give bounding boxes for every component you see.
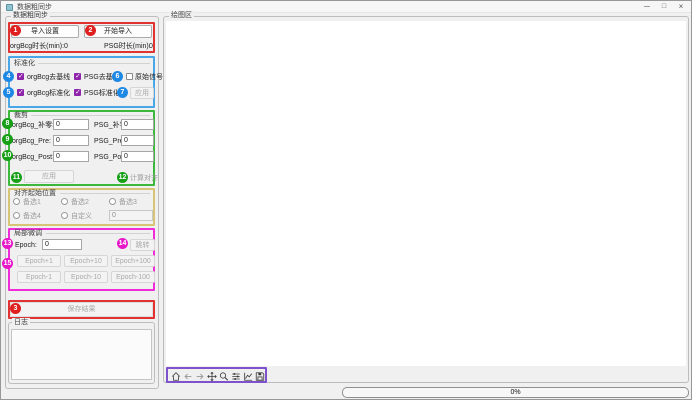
back-icon[interactable] xyxy=(183,371,193,382)
option3-radio[interactable] xyxy=(109,198,116,205)
option1-label: 备选1 xyxy=(23,198,41,207)
epoch-minus100-button[interactable]: Epoch-100 xyxy=(111,271,155,283)
option3-label: 备选3 xyxy=(119,198,137,207)
psg-pre-input[interactable] xyxy=(121,135,154,146)
crop-apply-button[interactable]: 应用 xyxy=(24,170,74,183)
psg-std-checkbox[interactable] xyxy=(74,89,81,96)
zoom-icon[interactable] xyxy=(219,371,229,382)
badge-10: 10 xyxy=(2,150,13,161)
raw-signal-checkbox[interactable] xyxy=(126,73,133,80)
align-title-line xyxy=(60,193,150,194)
psg-zero-input[interactable] xyxy=(121,119,154,130)
badge-3: 3 xyxy=(10,303,21,314)
progress-bar: 0% xyxy=(342,387,689,398)
forward-icon[interactable] xyxy=(195,371,205,382)
orgbcg-debase-label: orgBcg去基线 xyxy=(27,73,70,82)
finetune-section-title: 局部微调 xyxy=(14,229,42,238)
orgbcg-zero-label: orgBcg_补零: xyxy=(12,121,54,130)
orgbcg-pre-label: orgBcg_Pre: xyxy=(12,137,51,146)
custom-label: 自定义 xyxy=(71,212,92,221)
option4-label: 备选4 xyxy=(23,212,41,221)
psg-duration-value: 0 xyxy=(149,42,153,51)
epoch-input[interactable] xyxy=(42,239,82,250)
align-section-title: 对齐起始位置 xyxy=(14,189,56,198)
plot-panel-title: 绘图区 xyxy=(169,11,194,20)
customize-icon[interactable] xyxy=(243,371,253,382)
epoch-minus10-button[interactable]: Epoch-10 xyxy=(64,271,108,283)
orgbcg-std-checkbox[interactable] xyxy=(17,89,24,96)
psg-post-input[interactable] xyxy=(121,151,154,162)
orgbcg-post-label: orgBcg_Post: xyxy=(12,153,54,162)
crop-section-title: 裁剪 xyxy=(14,111,28,120)
normalize-apply-button[interactable]: 应用 xyxy=(130,87,154,99)
badge-13: 13 xyxy=(2,238,13,249)
badge-9: 9 xyxy=(2,134,13,145)
orgbcg-duration-label: orgBcg时长(min): xyxy=(10,42,64,51)
badge-6: 6 xyxy=(112,71,123,82)
left-panel-title: 数据粗同步 xyxy=(11,11,50,20)
app-icon xyxy=(6,4,13,11)
custom-radio[interactable] xyxy=(61,212,68,219)
badge-15: 15 xyxy=(2,258,13,269)
pan-icon[interactable] xyxy=(207,371,217,382)
crop-title-line xyxy=(31,115,150,116)
log-section-title: 日志 xyxy=(12,318,30,327)
badge-1: 1 xyxy=(10,25,21,36)
subplots-icon[interactable] xyxy=(231,371,241,382)
psg-debase-checkbox[interactable] xyxy=(74,73,81,80)
badge-5: 5 xyxy=(3,87,14,98)
badge-11: 11 xyxy=(11,172,22,183)
title-bar: 数据粗同步 ─ □ × xyxy=(1,1,691,13)
close-button[interactable]: × xyxy=(673,1,689,13)
psg-std-label: PSG标准化 xyxy=(84,89,120,98)
normalize-section-title: 标准化 xyxy=(14,59,35,68)
maximize-button[interactable]: □ xyxy=(656,1,672,13)
jump-button[interactable]: 跳转 xyxy=(130,239,155,251)
epoch-plus100-button[interactable]: Epoch+100 xyxy=(111,255,155,267)
log-textarea[interactable] xyxy=(11,329,152,380)
badge-12: 12 xyxy=(117,172,128,183)
save-results-button[interactable]: 保存结果 xyxy=(10,302,153,317)
badge-2: 2 xyxy=(85,25,96,36)
badge-4: 4 xyxy=(3,71,14,82)
orgbcg-std-label: orgBcg标准化 xyxy=(27,89,70,98)
epoch-minus1-button[interactable]: Epoch-1 xyxy=(17,271,61,283)
import-settings-button[interactable]: 导入设置 xyxy=(11,25,79,38)
orgbcg-debase-checkbox[interactable] xyxy=(17,73,24,80)
orgbcg-zero-input[interactable] xyxy=(53,119,89,130)
epoch-plus10-button[interactable]: Epoch+10 xyxy=(64,255,108,267)
custom-start-input[interactable] xyxy=(109,210,153,221)
plot-canvas[interactable] xyxy=(166,21,686,366)
badge-8: 8 xyxy=(2,118,13,129)
epoch-plus1-button[interactable]: Epoch+1 xyxy=(17,255,61,267)
badge-7: 7 xyxy=(117,87,128,98)
orgbcg-pre-input[interactable] xyxy=(53,135,89,146)
option2-label: 备选2 xyxy=(71,198,89,207)
option1-radio[interactable] xyxy=(13,198,20,205)
orgbcg-post-input[interactable] xyxy=(53,151,89,162)
calc-align-button[interactable]: 计算对齐 xyxy=(130,174,158,183)
option2-radio[interactable] xyxy=(61,198,68,205)
raw-signal-label: 原始信号 xyxy=(135,73,163,82)
save-icon[interactable] xyxy=(255,371,265,382)
epoch-label: Epoch: xyxy=(15,241,37,250)
finetune-title-line xyxy=(46,233,150,234)
normalize-title-line xyxy=(38,63,150,64)
option4-radio[interactable] xyxy=(13,212,20,219)
orgbcg-duration-value: 0 xyxy=(64,42,68,51)
badge-14: 14 xyxy=(117,238,128,249)
home-icon[interactable] xyxy=(171,371,181,382)
toolbar-highlight xyxy=(166,367,267,383)
minimize-button[interactable]: ─ xyxy=(639,1,655,13)
psg-duration-label: PSG时长(min): xyxy=(104,42,151,51)
